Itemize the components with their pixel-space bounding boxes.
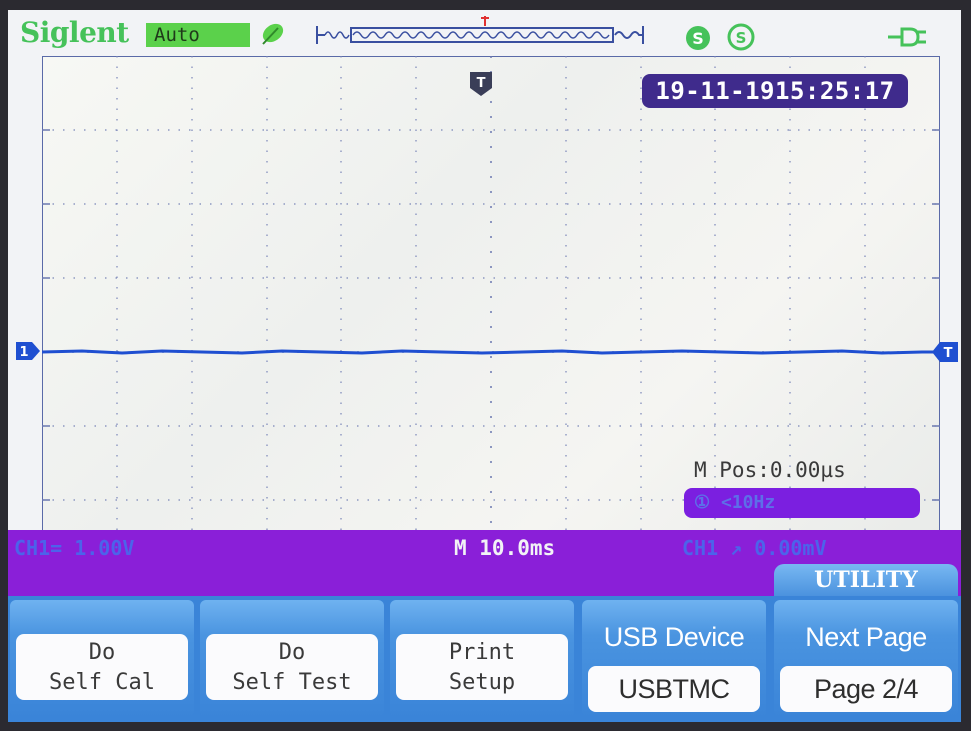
date-time-display: 19-11-1915:25:17 <box>642 74 908 108</box>
sync-icon: S <box>686 26 710 50</box>
softkey-row: Do Self Cal Do Self Test Print Setup USB… <box>8 596 961 722</box>
timebase-readout: M 10.0ms <box>454 536 556 560</box>
self-test-softkey[interactable]: Do Self Test <box>200 600 384 718</box>
trigger-position-marker: T <box>470 72 492 96</box>
softkey-line2: Setup <box>448 670 516 695</box>
softkey-line1: Do <box>278 640 306 665</box>
brand-logo: Siglent <box>20 16 129 49</box>
ch1-scale-readout: CH1= 1.00V <box>14 536 135 560</box>
oscilloscope-screen: Siglent Auto S S 1 T T 19-11-1915:25:17 … <box>8 10 961 722</box>
svg-text:T: T <box>944 346 953 361</box>
svg-text:T: T <box>477 76 486 91</box>
acquire-mode-badge: Auto <box>146 23 250 47</box>
svg-text:S: S <box>692 29 704 48</box>
main-position-readout: M Pos:0.00µs <box>694 458 846 482</box>
trigger-readout: CH1 ↗ 0.00mV <box>682 536 827 560</box>
status-bar: CH1= 1.00V M 10.0ms CH1 ↗ 0.00mV UTILITY <box>8 530 961 596</box>
softkey-line2: Self Test <box>232 670 352 695</box>
next-page-softkey[interactable]: Next Page Page 2/4 <box>774 600 958 718</box>
ch1-marker: 1 <box>16 342 40 360</box>
softkey-line1: Print <box>448 640 516 665</box>
softkey-line1: Do <box>88 640 116 665</box>
ch1-trace <box>42 349 940 355</box>
page-indicator: Page 2/4 <box>780 666 952 712</box>
svg-text:1: 1 <box>19 345 28 360</box>
softkey-line2: Self Cal <box>49 670 155 695</box>
trigger-level-marker: T <box>932 342 958 362</box>
print-setup-softkey[interactable]: Print Setup <box>390 600 574 718</box>
self-cal-softkey[interactable]: Do Self Cal <box>10 600 194 718</box>
sync-icon: S <box>727 23 755 51</box>
leaf-icon <box>262 23 284 45</box>
self-test-label: Do Self Test <box>206 634 378 700</box>
self-cal-label: Do Self Cal <box>16 634 188 700</box>
usb-device-softkey[interactable]: USB Device USBTMC <box>582 600 766 718</box>
trigger-position-marker <box>481 16 489 26</box>
next-page-label: Next Page <box>805 622 927 652</box>
print-setup-label: Print Setup <box>396 634 568 700</box>
svg-text:S: S <box>736 29 747 47</box>
plug-icon <box>888 27 926 47</box>
top-bar: Siglent Auto S S <box>8 10 961 54</box>
frequency-counter: ① <10Hz <box>684 488 920 518</box>
menu-title: UTILITY <box>774 564 958 596</box>
usb-device-label: USB Device <box>603 622 745 652</box>
usb-device-value: USBTMC <box>588 666 760 712</box>
